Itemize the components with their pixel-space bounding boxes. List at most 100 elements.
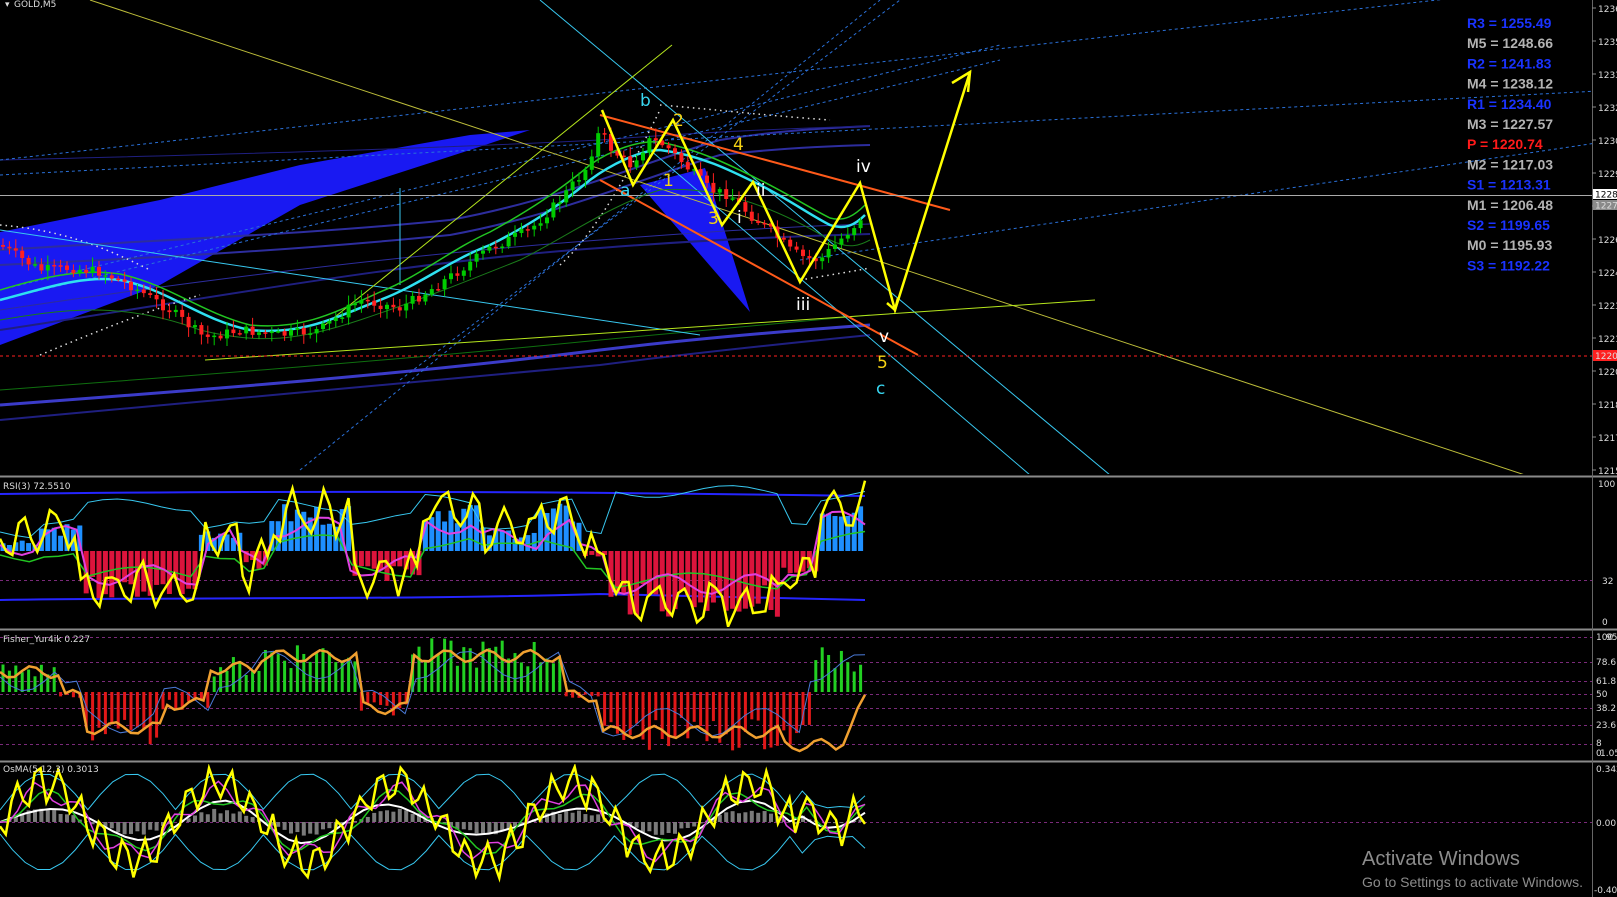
osma-histogram-bar	[397, 808, 402, 822]
rsi-histogram-bar	[115, 551, 121, 581]
candle-body	[186, 316, 191, 328]
osma-histogram-bar	[583, 814, 588, 822]
candle-body	[340, 317, 345, 319]
candle-body	[372, 300, 377, 306]
osma-tick-bottom: -0.401	[1594, 886, 1617, 896]
osma-histogram-bar	[378, 811, 383, 822]
candle-body	[583, 169, 588, 181]
rsi-label: RSI(3) 72.5510	[3, 482, 71, 492]
fisher-histogram-bar	[52, 667, 56, 692]
current-price-tag: 1228.	[1595, 191, 1617, 201]
osma-histogram-bar	[660, 822, 665, 835]
osma-pane[interactable]	[0, 764, 1592, 883]
rsi-histogram-bar	[326, 523, 332, 551]
wave-label: c	[876, 379, 885, 399]
candle-body	[13, 248, 18, 251]
candle-body	[129, 281, 133, 291]
fisher-tick-8: 8	[1596, 739, 1602, 749]
candle-body	[346, 304, 351, 318]
osma-histogram-bar	[365, 816, 370, 822]
fisher-histogram-bar	[647, 692, 651, 750]
chevron-down-icon[interactable]: ▾	[5, 0, 10, 10]
rsi-histogram-bar	[51, 527, 57, 551]
blue-fan-band	[0, 130, 530, 345]
rsi-histogram-bar	[26, 543, 32, 551]
osma-histogram-bar	[109, 822, 114, 829]
fisher-histogram-bar	[334, 662, 338, 692]
candle-body	[423, 294, 428, 302]
fisher-histogram-bar	[795, 692, 799, 734]
candle-body	[461, 270, 466, 276]
pivot-price-tag: 1220	[1595, 352, 1617, 362]
candle-body	[116, 278, 121, 281]
osma-histogram-bar	[474, 822, 479, 834]
candle-body	[481, 250, 485, 254]
candle-body	[666, 145, 671, 149]
fisher-tick-382: 38.2	[1596, 704, 1616, 714]
rsi-pane[interactable]	[0, 480, 1592, 627]
osma-histogram-bar	[513, 822, 517, 826]
rsi-histogram-bar	[787, 551, 793, 574]
candle-body	[1, 245, 5, 247]
price-tick-label: 1236.	[1598, 5, 1617, 15]
pane-separators[interactable]	[0, 0, 1617, 897]
osma-histogram-bar	[301, 822, 306, 836]
candle-body	[378, 305, 383, 310]
activate-windows-subtitle[interactable]: Go to Settings to activate Windows.	[1362, 874, 1583, 890]
osma-histogram-bar	[596, 814, 601, 822]
candle-body	[333, 317, 338, 321]
fisher-histogram-bar	[327, 652, 331, 692]
rsi-histogram-bar	[365, 551, 371, 567]
rsi-histogram-bar	[320, 524, 326, 551]
osma-histogram-bar	[685, 822, 690, 828]
candle-body	[417, 295, 421, 302]
fisher-histogram-bar	[673, 692, 677, 739]
rsi-histogram-bar	[288, 521, 294, 551]
candle-body	[602, 133, 607, 135]
rsi-histogram-bar	[723, 551, 729, 611]
price-tick-label: 1229.	[1598, 170, 1617, 180]
fisher-histogram-bar	[679, 692, 683, 718]
osma-histogram-bar	[404, 810, 409, 822]
fisher-histogram-bar	[603, 692, 607, 726]
candle-body	[71, 269, 76, 274]
fisher-histogram-bar	[833, 668, 837, 692]
fisher-histogram-bar	[539, 662, 543, 692]
pivot-level-label: R3 = 1255.49	[1467, 15, 1552, 31]
candle-body	[500, 246, 505, 249]
fisher-histogram-bar	[347, 657, 351, 692]
fisher-histogram-bar	[475, 667, 479, 692]
osma-histogram-bar	[276, 822, 281, 827]
fisher-histogram-bar	[551, 663, 555, 692]
candle-body	[295, 327, 300, 330]
osma-histogram-bar	[321, 822, 325, 830]
fisher-histogram-bar	[39, 664, 43, 692]
candle-body	[26, 257, 31, 265]
candle-body	[97, 266, 101, 276]
osma-histogram-bar	[199, 812, 204, 822]
rsi-histogram-bar	[762, 551, 768, 586]
candle-body	[404, 303, 409, 311]
candle-body	[20, 250, 25, 258]
candle-body	[65, 265, 69, 270]
fisher-histogram-bar	[699, 692, 703, 727]
osma-histogram-bar	[673, 822, 677, 834]
candle-body	[327, 320, 332, 324]
fisher-pane[interactable]	[0, 637, 1592, 753]
fisher-histogram-bar	[609, 692, 613, 723]
main-price-pane[interactable]: b24iva 1 ii3 iiiiv5c	[0, 0, 1617, 475]
osma-histogram-bar	[244, 815, 249, 822]
osma-histogram-bar	[218, 813, 223, 822]
rsi-histogram-bar	[698, 551, 704, 603]
price-axis[interactable]: 1236. 1235. 1233. 1232. 1230. 1229. 1228. 1226.…	[1592, 5, 1617, 477]
fisher-histogram-bar	[417, 646, 421, 692]
candle-body	[833, 244, 837, 249]
price-tick-label: 1215.	[1598, 467, 1617, 477]
fisher-histogram-bar	[155, 692, 159, 738]
candle-body	[647, 138, 652, 153]
fisher-histogram-bar	[743, 692, 747, 733]
osma-histogram-bar	[749, 810, 754, 822]
fisher-tick-786: 78.6	[1596, 658, 1616, 668]
pivot-level-label: S2 = 1199.65	[1467, 217, 1550, 233]
rsi-histogram-bar	[448, 510, 454, 551]
